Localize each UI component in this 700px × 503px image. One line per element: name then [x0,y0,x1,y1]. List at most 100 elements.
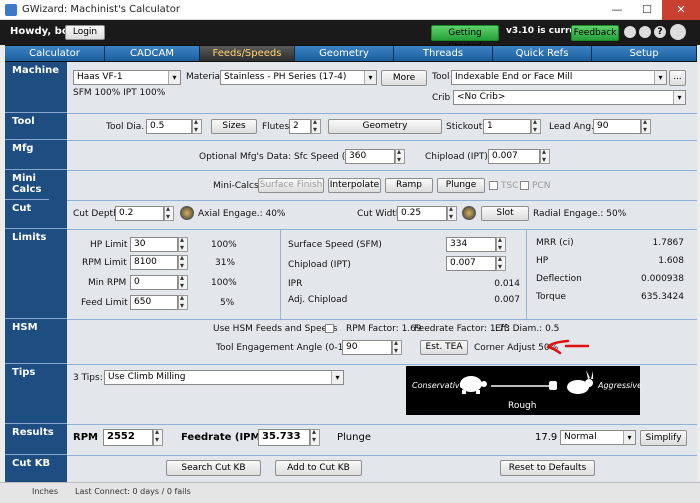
tab-cadcam[interactable]: CADCAM [105,46,200,61]
feed-limit-spinner[interactable] [178,293,188,310]
est-tea-button[interactable]: Est. TEA [420,340,468,355]
deflection-label: Deflection [536,274,582,284]
ipr-label: IPR [288,279,303,289]
geometry-button[interactable]: Geometry [328,119,442,134]
rpm-limit-input[interactable]: 8100 [130,255,178,270]
sizes-button[interactable]: Sizes [211,119,257,134]
lead-angle-input[interactable]: 90 [593,119,641,134]
surface-speed-spinner[interactable] [496,235,506,252]
tool-select[interactable]: Indexable End or Face Mill ▾ [451,70,667,85]
cut-depth-input[interactable]: 0.2 [115,206,164,221]
tips-value: Use Climb Milling [108,372,186,382]
cut-width-spinner[interactable] [447,204,457,221]
axial-engage: Axial Engage.: 40% [198,209,286,219]
rpm-result-spinner[interactable] [153,427,163,446]
aggressiveness-slider[interactable]: Conservative Aggressive Rough [406,366,642,415]
min-rpm-input[interactable]: 0 [130,275,178,290]
mini-calcs-label: Mini-Calcs [213,181,259,191]
cut-depth-spinner[interactable] [164,204,174,221]
engagement-angle-spinner[interactable] [392,338,402,355]
material-select[interactable]: Stainless - PH Series (17-4) ▾ [220,70,377,85]
mfg-chipload-input[interactable]: 0.007 [488,149,540,164]
feedrate-result-spinner[interactable] [310,427,320,446]
turtle-icon [460,376,487,394]
lead-angle-spinner[interactable] [641,117,651,134]
surface-speed-input[interactable]: 334 [446,237,496,252]
crib-select[interactable]: <No Crib> ▾ [453,90,686,105]
maximize-icon[interactable]: ☐ [632,0,662,20]
feedback-button[interactable]: Feedback [571,25,619,41]
mode-select[interactable]: Normal ▾ [560,430,636,445]
search-cut-kb-button[interactable]: Search Cut KB [166,460,261,476]
section-column: Machine Tool Mfg Mini Calcs Cut Limits H… [5,62,67,482]
stickout-spinner[interactable] [531,117,541,134]
login-button[interactable]: Login [65,25,105,40]
tab-geometry[interactable]: Geometry [295,46,394,61]
reset-defaults-button[interactable]: Reset to Defaults [500,460,595,476]
feed-limit-input[interactable]: 650 [130,295,178,310]
mfg-sfm-input[interactable]: 360 [345,149,395,164]
crib-label: Crib [432,93,451,103]
divider [67,200,697,201]
material-label: Material [186,72,223,82]
chevron-down-icon: ▾ [673,91,685,104]
gauge-icon[interactable] [180,206,194,220]
machine-info: SFM 100% IPT 100% [73,88,166,98]
flutes-spinner[interactable] [311,117,321,134]
rpm-limit-label: RPM Limit [82,258,127,268]
tab-feeds-speeds[interactable]: Feeds/Speeds [200,46,295,61]
surface-finish-button[interactable]: Surface Finish [258,178,324,193]
pcn-checkbox[interactable] [520,181,529,190]
cut-width-input[interactable]: 0.25 [397,206,447,221]
hp-limit-spinner[interactable] [178,235,188,252]
slider-thumb[interactable] [549,381,557,390]
feed-limit-label: Feed Limit [81,298,128,308]
rpm-result-input[interactable]: 2552 [103,429,153,446]
tab-quick-refs[interactable]: Quick Refs [493,46,592,61]
interpolate-button[interactable]: Interpolate [328,178,381,193]
ramp-button[interactable]: Ramp [385,178,433,193]
engagement-angle-input[interactable]: 90 [342,340,392,355]
mfg-chipload-spinner[interactable] [540,147,550,164]
plunge-button[interactable]: Plunge [437,178,485,193]
minimize-icon[interactable]: — [602,0,632,20]
tool-dia-input[interactable]: 0.5 [146,119,192,134]
tips-select[interactable]: Use Climb Milling ▾ [104,370,344,385]
simplify-button[interactable]: Simplify [640,430,687,446]
tsc-checkbox[interactable] [489,181,498,190]
tool-dia-spinner[interactable] [192,117,202,134]
chipload-spinner[interactable] [496,254,506,271]
stickout-input[interactable]: 1 [483,119,531,134]
globe-icon[interactable] [639,26,651,38]
tab-calculator[interactable]: Calculator [5,46,105,61]
stickout-label: Stickout [446,122,483,132]
flutes-input[interactable]: 2 [289,119,311,134]
chevron-down-icon: ▾ [654,71,666,84]
close-icon[interactable]: ✕ [662,0,700,20]
hp-limit-input[interactable]: 30 [130,237,178,252]
tab-setup[interactable]: Setup [592,46,697,61]
tab-threads[interactable]: Threads [394,46,493,61]
more-button[interactable]: More [381,70,427,86]
rpm-limit-pct: 31% [215,258,236,268]
machine-value: Haas VF-1 [77,72,123,82]
slot-button[interactable]: Slot [481,206,529,221]
gauge-icon[interactable] [462,206,476,220]
rpm-limit-spinner[interactable] [178,253,188,270]
add-to-cut-kb-button[interactable]: Add to Cut KB [275,460,362,476]
use-hsm-checkbox[interactable] [325,324,334,333]
divider [280,230,281,319]
plunge-label: Plunge [337,432,371,443]
mrr-value: 1.7867 [652,238,685,248]
rpm-factor: RPM Factor: 1.69 [346,324,422,334]
help-icon[interactable]: ? [654,26,666,38]
mfg-sfm-spinner[interactable] [395,147,405,164]
chipload-input[interactable]: 0.007 [446,256,496,271]
min-rpm-spinner[interactable] [178,273,188,290]
feedrate-result-input[interactable]: 35.733 [258,429,310,446]
section-mini-calcs: Mini Calcs [5,170,49,200]
tool-browse-button[interactable]: ... [669,70,686,86]
machine-select[interactable]: Haas VF-1 ▾ [73,70,181,85]
tools-icon[interactable] [624,26,636,38]
getting-started-button[interactable]: Getting Started [431,25,499,52]
